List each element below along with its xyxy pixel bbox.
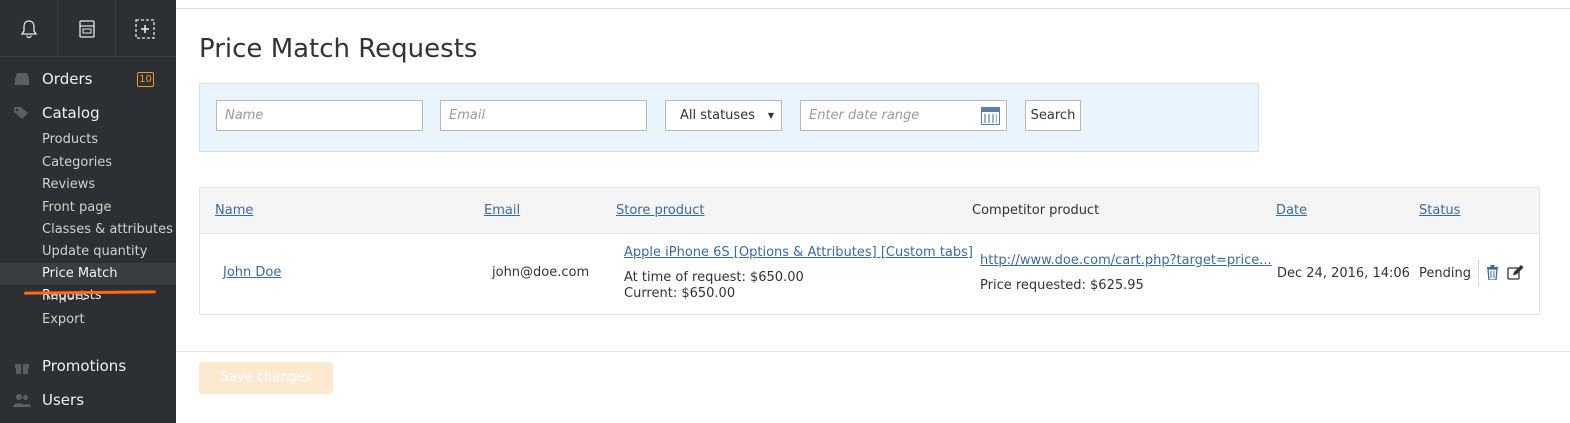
orders-count-badge: 10 xyxy=(137,72,154,87)
save-changes-button[interactable]: Save changes xyxy=(199,362,333,394)
sidebar-subitem-classes-attributes[interactable]: Classes & attributes xyxy=(42,222,173,237)
sidebar-subitem-export[interactable]: Export xyxy=(42,312,85,327)
sidebar-item-label: Orders xyxy=(42,70,93,88)
price-requested: Price requested: $625.95 xyxy=(980,278,1144,293)
sidebar-subitem-update-quantity[interactable]: Update quantity xyxy=(42,244,147,259)
header-divider xyxy=(176,8,1570,9)
search-filter-panel: Name Email All statuses ▼ Enter date ran… xyxy=(199,83,1259,152)
store-product-link[interactable]: Apple iPhone 6S [Options & Attributes] [… xyxy=(624,245,973,260)
storefront-button[interactable] xyxy=(58,0,116,57)
name-filter-input[interactable]: Name xyxy=(216,100,423,131)
email-filter-input[interactable]: Email xyxy=(440,100,647,131)
column-header-competitor-product: Competitor product xyxy=(972,203,1100,218)
request-date: Dec 24, 2016, 14:06 xyxy=(1277,266,1410,281)
gift-icon xyxy=(15,363,29,374)
column-header-store-product[interactable]: Store product xyxy=(616,203,705,218)
sidebar-subitem-categories[interactable]: Categories xyxy=(42,155,112,170)
dropdown-arrow-icon: ▼ xyxy=(767,111,774,120)
sidebar-subitem-products[interactable]: Products xyxy=(42,132,98,147)
calendar-icon[interactable] xyxy=(981,107,1000,125)
sidebar-subitem-price-match-requests[interactable]: Price Match Requests xyxy=(0,263,176,303)
date-range-input[interactable]: Enter date range xyxy=(800,100,1007,131)
actions-divider xyxy=(1478,260,1479,286)
sidebar-item-label: Promotions xyxy=(42,357,127,375)
column-header-date[interactable]: Date xyxy=(1276,203,1307,218)
sidebar-item-catalog[interactable]: Catalog xyxy=(0,97,176,129)
sidebar-subitem-front-page[interactable]: Front page xyxy=(42,200,111,215)
store-icon xyxy=(78,19,95,38)
table-header: Name Email Store product Competitor prod… xyxy=(200,188,1539,234)
sidebar-top-icons xyxy=(0,0,176,57)
main-content: Price Match Requests Name Email All stat… xyxy=(176,0,1570,423)
notifications-button[interactable] xyxy=(0,0,58,57)
column-header-email[interactable]: Email xyxy=(484,203,520,218)
status-select-value: All statuses xyxy=(680,108,755,123)
price-at-request: At time of request: $650.00 xyxy=(624,270,804,285)
tags-icon xyxy=(14,107,28,119)
price-match-table: Name Email Store product Competitor prod… xyxy=(199,187,1540,315)
sidebar-subitem-reviews[interactable]: Reviews xyxy=(42,177,95,192)
sidebar-item-users[interactable]: Users xyxy=(0,384,176,416)
quick-add-button[interactable] xyxy=(116,0,174,57)
footer-divider xyxy=(176,351,1570,352)
trash-icon xyxy=(1487,265,1498,281)
column-header-name[interactable]: Name xyxy=(215,203,253,218)
users-icon xyxy=(13,394,31,407)
status-select[interactable]: All statuses ▼ xyxy=(665,100,782,131)
sidebar-item-promotions[interactable]: Promotions xyxy=(0,350,176,382)
sidebar-item-label: Users xyxy=(42,391,85,409)
bell-icon xyxy=(20,19,37,38)
price-current: Current: $650.00 xyxy=(624,286,736,301)
column-header-status[interactable]: Status xyxy=(1419,203,1460,218)
sidebar-item-label: Catalog xyxy=(42,104,100,122)
date-range-placeholder: Enter date range xyxy=(809,108,920,123)
edit-button[interactable] xyxy=(1507,265,1524,284)
customer-email: john@doe.com xyxy=(492,265,590,280)
inbox-icon xyxy=(15,73,29,85)
sidebar: Orders 10 Catalog Products Categories Re… xyxy=(0,0,176,423)
status-value[interactable]: Pending xyxy=(1419,266,1471,281)
delete-button[interactable] xyxy=(1486,265,1499,284)
edit-icon xyxy=(1507,265,1524,280)
sidebar-item-orders[interactable]: Orders 10 xyxy=(0,63,176,95)
search-button[interactable]: Search xyxy=(1025,100,1081,131)
add-box-icon xyxy=(135,18,155,39)
page-title: Price Match Requests xyxy=(199,34,478,64)
customer-name-link[interactable]: John Doe xyxy=(223,265,281,280)
competitor-product-link[interactable]: http://www.doe.com/cart.php?target=price… xyxy=(980,253,1272,268)
